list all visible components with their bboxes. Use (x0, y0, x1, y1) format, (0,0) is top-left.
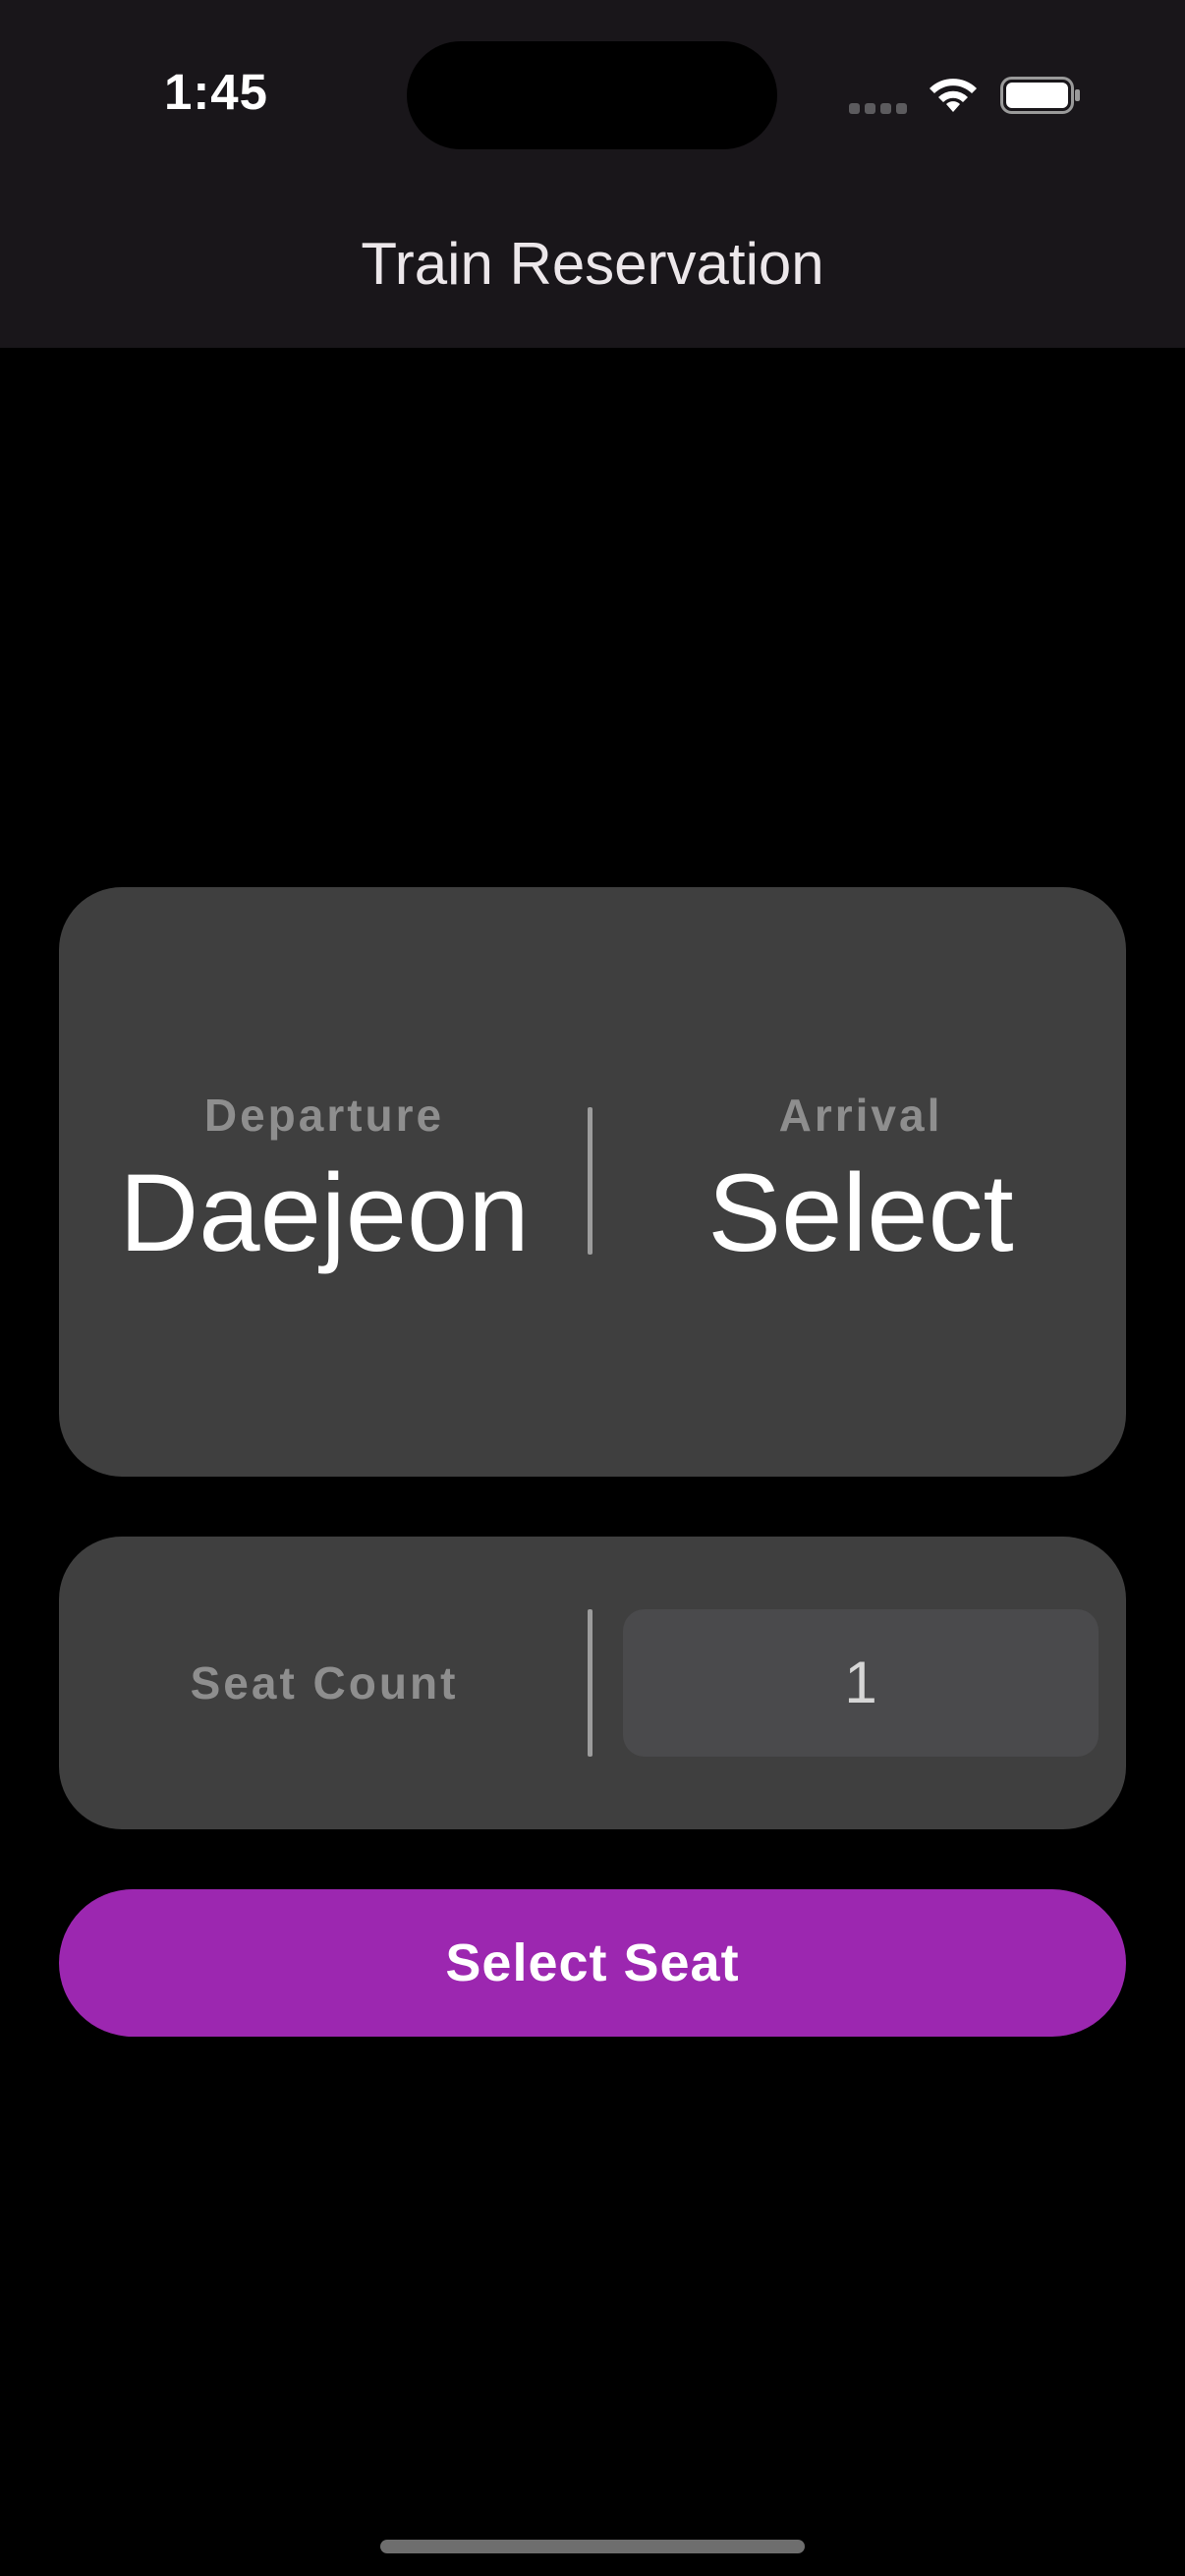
seat-count-field[interactable]: 1 (623, 1609, 1099, 1757)
arrival-value: Select (707, 1151, 1014, 1274)
station-divider (588, 1107, 592, 1255)
top-bar: 1:45 Train Reservation (0, 0, 1185, 348)
wifi-icon (930, 79, 977, 112)
home-indicator (380, 2540, 805, 2553)
arrival-selector[interactable]: Arrival Select (605, 1084, 1116, 1280)
departure-value: Daejeon (119, 1151, 530, 1274)
select-seat-button[interactable]: Select Seat (59, 1889, 1126, 2037)
departure-label: Departure (203, 1090, 445, 1141)
arrival-label: Arrival (778, 1090, 943, 1141)
seat-count-label: Seat Count (190, 1657, 459, 1708)
battery-icon (1000, 77, 1080, 114)
page-title: Train Reservation (361, 231, 824, 297)
station-selector-card: Departure Daejeon Arrival Select (59, 887, 1126, 1477)
status-time: 1:45 (163, 64, 269, 120)
seat-count-card: Seat Count 1 (59, 1537, 1126, 1829)
cellular-signal-icon (849, 103, 908, 115)
departure-selector[interactable]: Departure Daejeon (69, 1084, 580, 1280)
dynamic-island (407, 41, 777, 149)
seat-divider (588, 1609, 592, 1757)
